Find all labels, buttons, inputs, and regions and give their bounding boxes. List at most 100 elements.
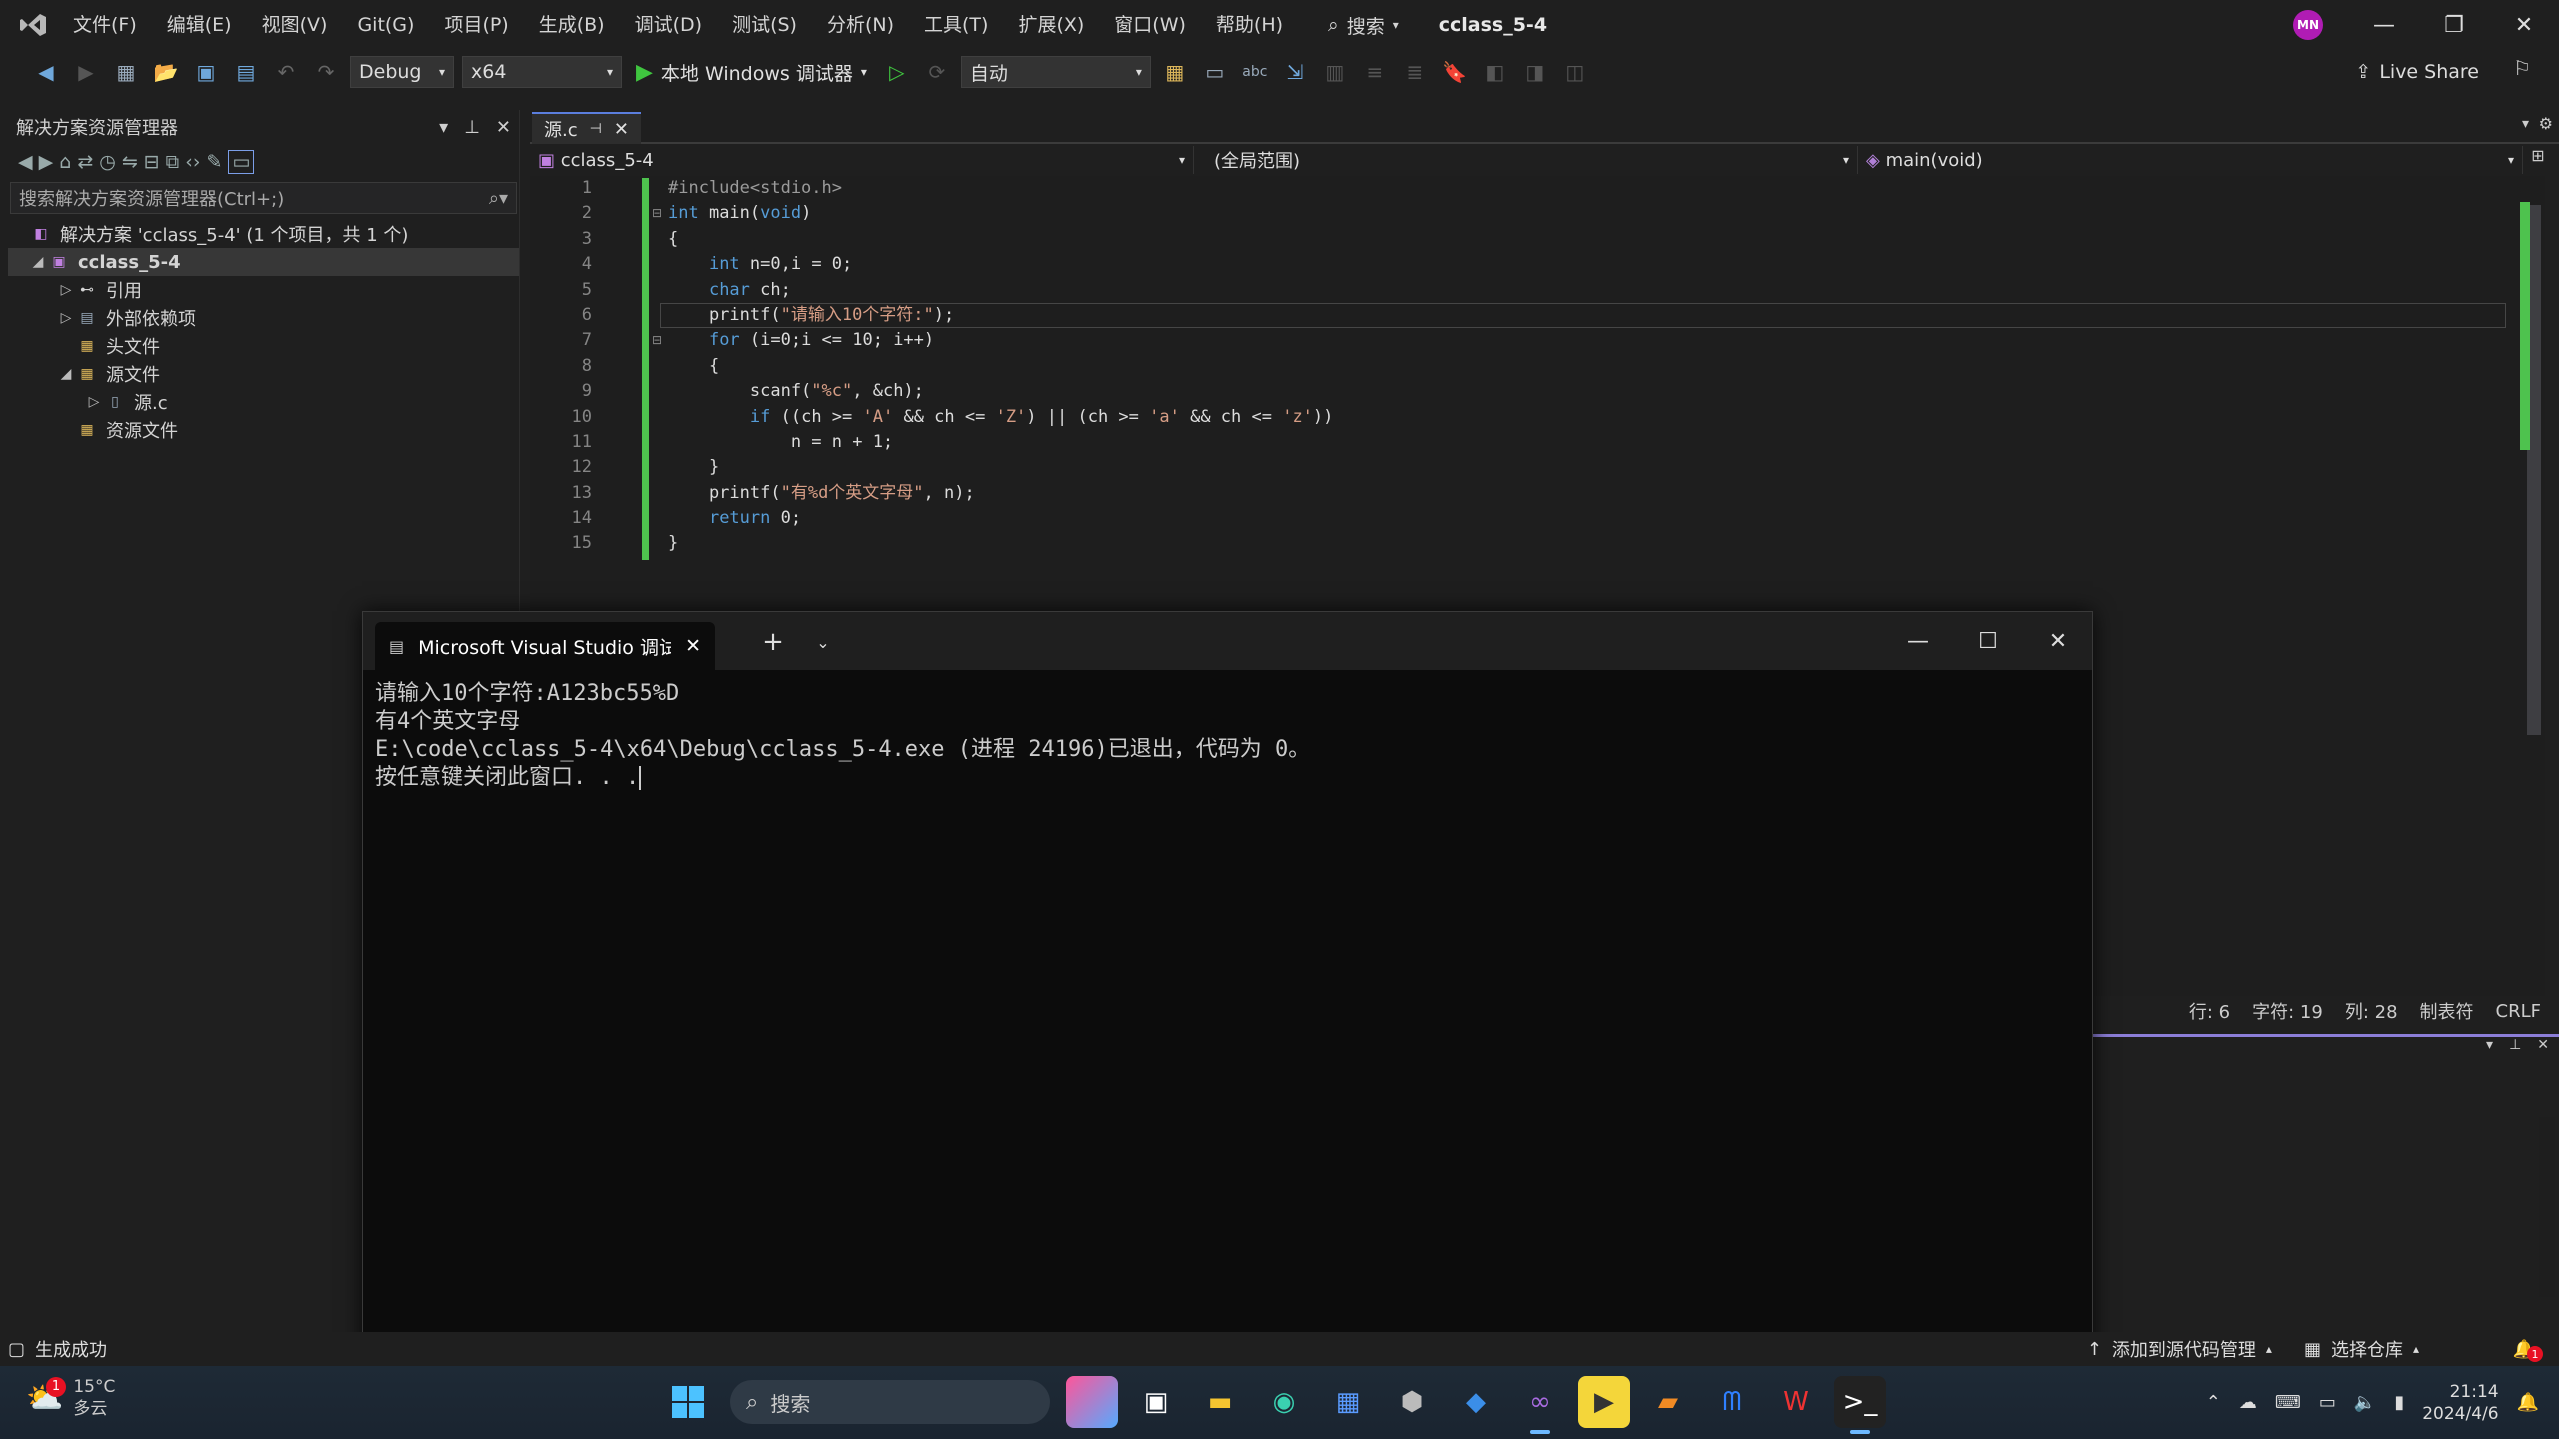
live-share-button[interactable]: ⇪ Live Share (2355, 50, 2479, 94)
redo-icon[interactable]: ↷ (310, 56, 342, 88)
close-button[interactable]: ✕ (2489, 0, 2559, 50)
back-icon[interactable]: ◀ (18, 151, 33, 173)
collapsed-caret-icon[interactable]: ▷ (56, 310, 76, 326)
menu-item[interactable]: 生成(B) (524, 0, 620, 50)
start-without-debugging-icon[interactable]: ▷ (881, 56, 913, 88)
console-tab[interactable]: ▤ Microsoft Visual Studio 调试 ✕ (375, 622, 715, 670)
history-icon[interactable]: ◷ (99, 151, 116, 173)
tree-references[interactable]: ▷ ⊷ 引用 (8, 276, 519, 304)
keyboard-icon[interactable]: ⌨ (2275, 1392, 2301, 1413)
avatar[interactable]: MN (2293, 10, 2323, 40)
volume-icon[interactable]: 🔈 (2354, 1392, 2376, 1413)
tree-solution[interactable]: ◧ 解决方案 'cclass_5-4' (1 个项目，共 1 个) (8, 220, 519, 248)
copy-icon[interactable]: ⧉ (166, 151, 180, 173)
menu-item[interactable]: 帮助(H) (1201, 0, 1298, 50)
char-indicator[interactable]: 字符: 19 (2252, 998, 2323, 1024)
line-indicator[interactable]: 行: 6 (2189, 998, 2230, 1024)
terminal-icon[interactable]: >_ (1834, 1376, 1886, 1434)
pin-icon[interactable]: ⊣ (590, 121, 602, 137)
app-orange-icon[interactable]: ▰ (1642, 1376, 1694, 1428)
collapse-icon[interactable]: ⊟ (652, 333, 662, 347)
home-icon[interactable]: ⌂ (59, 151, 71, 173)
configuration-select[interactable]: Debug ▾ (350, 56, 454, 88)
undo-icon[interactable]: ↶ (270, 56, 302, 88)
minimize-button[interactable]: — (2349, 0, 2419, 50)
add-source-control-button[interactable]: ↑ 添加到源代码管理 ▴ ▦ 选择仓库 ▴ (2087, 1336, 2419, 1362)
menu-item[interactable]: 测试(S) (717, 0, 812, 50)
menu-item[interactable]: 编辑(E) (152, 0, 247, 50)
code-line[interactable]: } (668, 455, 1333, 480)
start-menu-icon[interactable] (662, 1376, 714, 1428)
menu-item[interactable]: 文件(F) (58, 0, 152, 50)
tab-source-c[interactable]: 源.c ⊣ ✕ (532, 112, 641, 144)
wps-icon[interactable]: W (1770, 1376, 1822, 1428)
network-icon[interactable]: ▭ (2319, 1392, 2336, 1413)
code-line[interactable]: printf("有%d个英文字母", n); (668, 481, 1333, 506)
app-m-icon[interactable]: ᗰ (1706, 1376, 1758, 1428)
chevron-down-icon[interactable]: ▾ (2522, 116, 2529, 132)
expanded-caret-icon[interactable]: ◢ (56, 366, 76, 382)
code-line[interactable]: #include<stdio.h> (668, 176, 1333, 201)
close-icon[interactable]: ✕ (496, 117, 511, 138)
restore-button[interactable]: ❐ (2419, 0, 2489, 50)
notification-icon[interactable]: 🔔 (2517, 1392, 2539, 1413)
visual-studio-logo-icon[interactable] (8, 0, 58, 50)
solution-folder-icon[interactable]: ▦ (1159, 56, 1191, 88)
chevron-down-icon[interactable]: ▾ (2486, 1037, 2493, 1059)
wrench-icon[interactable]: ✎ (206, 151, 222, 173)
pin-icon[interactable]: ⊥ (464, 117, 480, 138)
chevron-down-icon[interactable]: ▾ (861, 65, 867, 79)
console-maximize-button[interactable]: ☐ (1954, 612, 2022, 670)
collapse-icon[interactable]: ⊟ (652, 206, 662, 220)
solution-search-input[interactable]: 搜索解决方案资源管理器(Ctrl+;) ⌕▾ (10, 182, 517, 214)
split-icon[interactable]: ⊞ (2523, 146, 2553, 174)
select-repo-label[interactable]: 选择仓库 (2331, 1336, 2403, 1362)
back-icon[interactable]: ◀ (30, 56, 62, 88)
clock[interactable]: 21:14 2024/4/6 (2422, 1381, 2498, 1425)
code-line[interactable]: { (668, 227, 1333, 252)
search-button[interactable]: ⌕ 搜索 ▾ (1318, 0, 1409, 50)
start-debugging-button[interactable]: ▶ 本地 Windows 调试器 ▾ (630, 59, 873, 86)
output-scrollbar[interactable] (2539, 1117, 2555, 1297)
code-line[interactable]: scanf("%c", &ch); (668, 379, 1333, 404)
prev-bookmark-icon[interactable]: ◧ (1479, 56, 1511, 88)
tree-header-files[interactable]: ▦ 头文件 (8, 332, 519, 360)
tabs-indicator[interactable]: 制表符 (2420, 998, 2474, 1024)
menu-item[interactable]: 视图(V) (247, 0, 343, 50)
close-icon[interactable]: ✕ (614, 119, 629, 140)
save-all-icon[interactable]: ▤ (230, 56, 262, 88)
code-line[interactable]: if ((ch >= 'A' && ch <= 'Z') || (ch >= '… (668, 405, 1334, 430)
code-line[interactable]: n = n + 1; (668, 430, 1333, 455)
collapsed-caret-icon[interactable]: ▷ (56, 282, 76, 298)
task-view-icon[interactable]: ▣ (1130, 1376, 1182, 1428)
scope-nav-select[interactable]: (全局范围) ▾ (1194, 146, 1858, 174)
outdent-icon[interactable]: ≣ (1399, 56, 1431, 88)
feedback-icon[interactable]: ⚐ (2513, 56, 2531, 80)
clear-bookmark-icon[interactable]: ◫ (1559, 56, 1591, 88)
battery-icon[interactable]: ▮ (2394, 1392, 2404, 1413)
menu-item[interactable]: 扩展(X) (1003, 0, 1099, 50)
visual-studio-icon[interactable]: ∞ (1514, 1376, 1566, 1434)
spell-check-icon[interactable]: abc (1239, 56, 1271, 88)
save-icon[interactable]: ▣ (190, 56, 222, 88)
switch-views-icon[interactable]: ⇄ (77, 151, 93, 173)
edge-icon[interactable]: ◉ (1258, 1376, 1310, 1428)
taskbar-search[interactable]: ⌕ 搜索 (730, 1380, 1050, 1424)
menu-item[interactable]: 调试(D) (620, 0, 717, 50)
gear-icon[interactable]: ⚙ (2539, 114, 2553, 133)
comment-icon[interactable]: ▥ (1319, 56, 1351, 88)
step-icon[interactable]: ⇲ (1279, 56, 1311, 88)
weather-widget[interactable]: ⛅ 1 15°C 多云 (26, 1376, 115, 1420)
code-line[interactable]: for (i=0;i <= 10; i++) (668, 328, 1333, 353)
tree-external-deps[interactable]: ▷ ▤ 外部依赖项 (8, 304, 519, 332)
code-line[interactable]: int main(void) (668, 201, 1333, 226)
code-line[interactable]: { (668, 354, 1333, 379)
menu-item[interactable]: 分析(N) (812, 0, 909, 50)
console-minimize-button[interactable]: — (1884, 612, 1952, 670)
code-line[interactable]: printf("请输入10个字符:"); (668, 303, 1333, 328)
app-blue-icon[interactable]: ◆ (1450, 1376, 1502, 1428)
menu-item[interactable]: Git(G) (342, 0, 429, 50)
expanded-caret-icon[interactable]: ◢ (28, 254, 48, 270)
bookmark-icon[interactable]: 🔖 (1439, 56, 1471, 88)
store-icon[interactable]: ▦ (1322, 1376, 1374, 1428)
